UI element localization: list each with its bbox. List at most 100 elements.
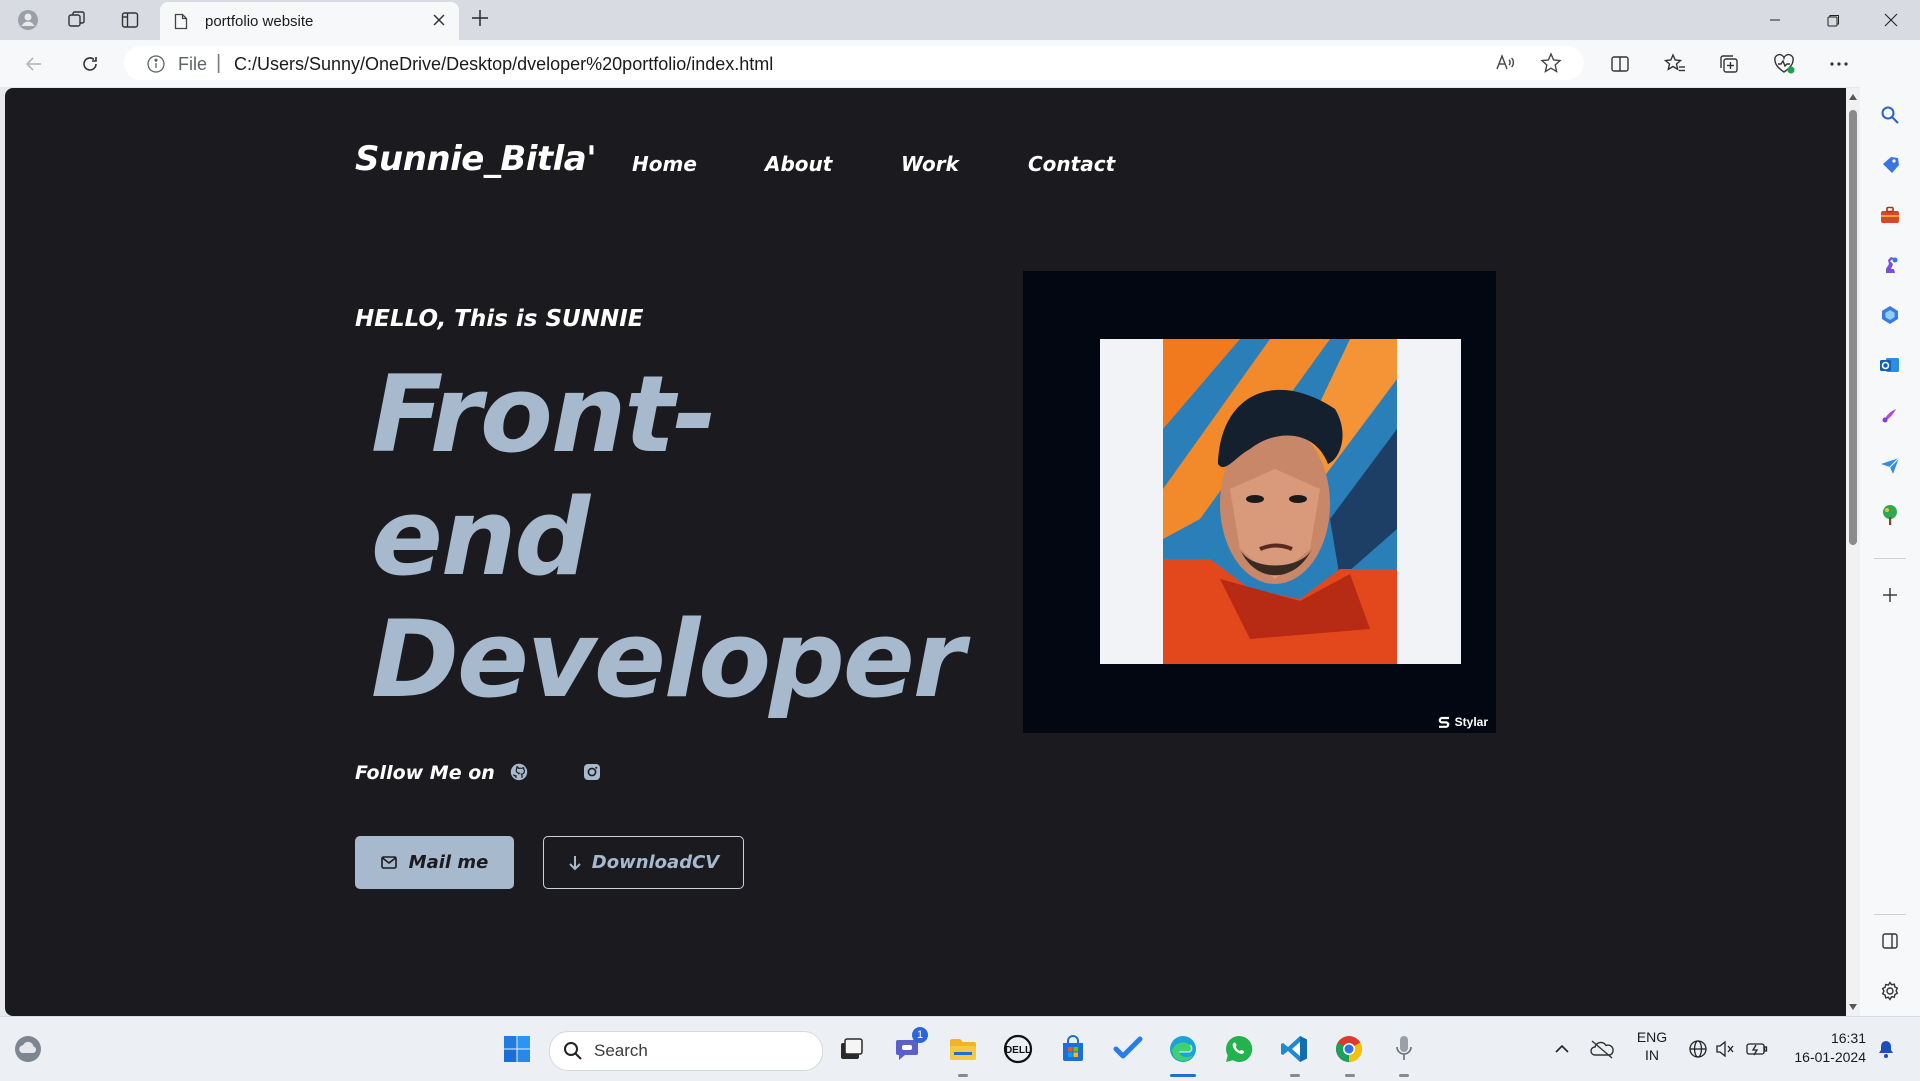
back-button[interactable] (18, 48, 50, 80)
start-windows-icon[interactable] (499, 1031, 535, 1067)
tab-title: portfolio website (205, 13, 314, 30)
url-text[interactable]: C:/Users/Sunny/OneDrive/Desktop/dveloper… (234, 54, 773, 75)
todo-icon[interactable] (1110, 1031, 1146, 1067)
dell-icon[interactable]: DELL (1000, 1031, 1036, 1067)
task-view-icon[interactable] (833, 1031, 869, 1067)
taskbar-search-icon (563, 1041, 583, 1061)
close-tab-icon[interactable] (431, 12, 447, 28)
instagram-icon[interactable] (583, 763, 601, 781)
hero-title-line-3: Developer (371, 598, 965, 721)
title-bar: portfolio website (0, 0, 1920, 40)
sidebar-copilot-icon[interactable] (1878, 303, 1902, 327)
favorite-star-icon[interactable] (1540, 52, 1562, 74)
scrollbar-thumb[interactable] (1849, 110, 1857, 545)
scroll-down-arrow-icon[interactable] (1849, 1004, 1857, 1010)
sidebar-designer-icon[interactable] (1878, 403, 1902, 427)
vertical-tabs-icon[interactable] (116, 6, 144, 34)
battery-icon[interactable] (1739, 1031, 1775, 1067)
sidebar-add-icon[interactable] (1878, 583, 1902, 607)
clock-date: 16-01-2024 (1794, 1049, 1866, 1065)
edge-active-indicator (1170, 1074, 1196, 1077)
scroll-up-arrow-icon[interactable] (1849, 94, 1857, 100)
browser-essentials-icon[interactable] (1768, 48, 1800, 80)
clock-time: 16:31 (1830, 1030, 1866, 1046)
follow-label: Follow Me on (355, 762, 495, 784)
profile-image-frame: Stylar (1023, 271, 1496, 733)
hero-title-line-2: end (371, 476, 590, 599)
close-window-button[interactable] (1862, 0, 1920, 40)
address-bar[interactable]: File | C:/Users/Sunny/OneDrive/Desktop/d… (124, 46, 1584, 80)
windows-taskbar: Search 1 DELL ENG IN 16:31 16-01-2024 (0, 1016, 1920, 1081)
minimize-button[interactable] (1746, 0, 1804, 40)
explorer-running-indicator (958, 1074, 968, 1077)
taskbar-search[interactable]: Search (549, 1031, 823, 1071)
new-tab-button[interactable] (468, 6, 492, 30)
github-icon[interactable] (510, 763, 528, 781)
sidebar-outlook-icon[interactable] (1878, 353, 1902, 377)
read-aloud-icon[interactable] (1494, 52, 1516, 74)
url-scheme: File (178, 54, 208, 74)
settings-more-icon[interactable] (1823, 48, 1855, 80)
taskbar-search-label: Search (594, 1041, 648, 1060)
restore-button[interactable] (1804, 0, 1862, 40)
download-arrow-icon (568, 855, 582, 871)
profile-portrait (1100, 339, 1461, 664)
mail-icon (380, 856, 397, 869)
teams-notification-badge: 1 (912, 1027, 928, 1043)
chrome-running-indicator (1345, 1074, 1355, 1077)
download-cv-label: DownloadCV (591, 852, 720, 873)
nav-contact[interactable]: Contact (1028, 152, 1115, 176)
nav-home[interactable]: Home (632, 152, 697, 176)
language-indicator[interactable]: ENG IN (1634, 1028, 1670, 1064)
vscode-icon[interactable] (1276, 1031, 1312, 1067)
sidebar-shopping-icon[interactable] (1878, 153, 1902, 177)
refresh-button[interactable] (74, 48, 106, 80)
microphone-icon[interactable] (1386, 1031, 1422, 1067)
sidebar-divider (1874, 558, 1906, 559)
url-separator: | (216, 52, 222, 74)
chrome-icon[interactable] (1331, 1031, 1367, 1067)
sidebar-hide-icon[interactable] (1878, 929, 1902, 953)
site-info-icon[interactable] (146, 54, 166, 74)
nav-about[interactable]: About (765, 152, 832, 176)
show-hidden-icons-chevron-icon[interactable] (1544, 1031, 1580, 1067)
system-clock[interactable]: 16:31 16-01-2024 (1786, 1029, 1866, 1067)
sidebar-games-icon[interactable] (1878, 253, 1902, 277)
volume-muted-icon[interactable] (1707, 1031, 1743, 1067)
microsoft-store-icon[interactable] (1055, 1031, 1091, 1067)
workspaces-icon[interactable] (63, 6, 91, 34)
edge-sidebar (1860, 40, 1920, 1016)
page-scrollbar[interactable] (1846, 88, 1860, 1016)
sidebar-settings-gear-icon[interactable] (1878, 979, 1902, 1003)
profile-icon[interactable] (14, 6, 42, 34)
document-icon (174, 13, 188, 30)
site-logo[interactable]: Sunnie_Bitla' (355, 139, 597, 179)
whatsapp-icon[interactable] (1221, 1031, 1257, 1067)
split-screen-icon[interactable] (1604, 48, 1636, 80)
collections-icon[interactable] (1713, 48, 1745, 80)
mail-me-button[interactable]: Mail me (355, 836, 514, 889)
sidebar-search-icon[interactable] (1878, 103, 1902, 127)
mail-me-label: Mail me (408, 852, 489, 873)
greeting: HELLO, This is SUNNIE (355, 306, 644, 332)
edge-browser-icon[interactable] (1165, 1031, 1201, 1067)
sidebar-send-icon[interactable] (1878, 453, 1902, 477)
stylar-watermark: Stylar (1437, 715, 1488, 729)
svg-text:DELL: DELL (1005, 1045, 1031, 1056)
sidebar-tree-icon[interactable] (1878, 503, 1902, 527)
favorites-icon[interactable] (1659, 48, 1691, 80)
notification-bell-icon[interactable] (1868, 1031, 1904, 1067)
stylar-label: Stylar (1454, 715, 1488, 729)
file-explorer-icon[interactable] (945, 1031, 981, 1067)
nav-work[interactable]: Work (901, 152, 959, 176)
mic-running-indicator (1399, 1074, 1409, 1077)
download-cv-button[interactable]: DownloadCV (543, 836, 744, 889)
active-tab[interactable]: portfolio website (160, 2, 459, 40)
web-page: Sunnie_Bitla' Home About Work Contact HE… (5, 88, 1846, 1016)
weather-widget-icon[interactable] (10, 1031, 46, 1067)
sidebar-divider-bottom (1874, 914, 1906, 915)
vscode-running-indicator (1290, 1074, 1300, 1077)
browser-toolbar: File | C:/Users/Sunny/OneDrive/Desktop/d… (0, 40, 1920, 87)
onedrive-icon[interactable] (1584, 1031, 1620, 1067)
sidebar-tools-icon[interactable] (1878, 203, 1902, 227)
